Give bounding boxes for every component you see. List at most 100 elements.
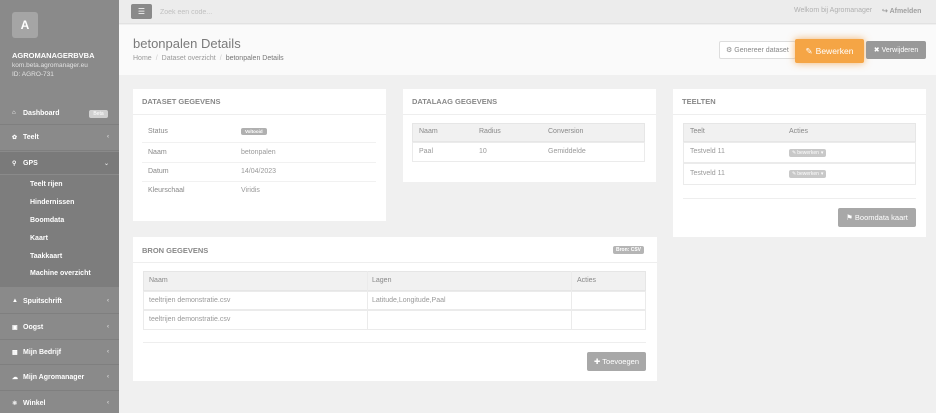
edit-teelt-label: bewerken [797,150,819,156]
nav-winkel-label: Winkel [23,399,46,407]
td-naam: teeltrijen demonstratie.csv [149,297,231,304]
cloud-icon: ☁ [12,374,18,381]
edit-teelt-label: bewerken [797,171,819,177]
cart-icon: ⚛ [12,400,18,407]
nav-gps[interactable]: ⚲ GPS ⌄ [0,152,119,174]
table-row [412,142,645,162]
kleurschaal-label: Kleurschaal [148,187,185,194]
generate-dataset-button[interactable]: ⚙ Genereer dataset [719,41,796,59]
company-host: kom.beta.agromanager.eu [12,62,88,69]
sub-teelt-rijen[interactable]: Teelt rijen [30,181,63,188]
boomdata-kaart-label: Boomdata kaart [854,213,908,222]
welcome-text: Welkom bij Agromanager [794,7,873,14]
row-divider [142,181,376,182]
plus-icon: ✚ [594,357,601,366]
sub-hindernissen[interactable]: Hindernissen [30,199,74,206]
naam-label: Naam [148,149,167,156]
nav-oogst-label: Oogst [23,323,44,331]
sub-kaart[interactable]: Kaart [30,235,48,242]
td-teelt: Testveld 11 [690,170,725,177]
beta-badge: Beta [89,110,108,118]
breadcrumb-home[interactable]: Home [133,55,152,62]
boomdata-kaart-button[interactable]: ⚑ Boomdata kaart [838,208,916,227]
td-teelt: Testveld 11 [690,148,725,155]
nav-divider [0,390,119,391]
edit-teelt-button[interactable]: ✎ bewerken ▾ [789,170,827,178]
nav-divider [0,124,119,125]
chevron-down-icon: ⌄ [103,160,109,167]
panel-divider [673,114,926,115]
menu-toggle-button[interactable]: ☰ [131,4,152,19]
nav-teelt[interactable]: ✿ Teelt ‹ [0,126,119,148]
sub-machine-overzicht[interactable]: Machine overzicht [30,270,91,277]
row-divider [142,162,376,163]
chevron-left-icon: ‹ [107,298,109,304]
map-marker-icon: ⚲ [12,160,17,167]
pencil-icon: ✎ [792,171,797,177]
nav-winkel[interactable]: ⚛ Winkel ‹ [0,392,119,413]
sub-boomdata[interactable]: Boomdata [30,217,64,224]
nav-dashboard-label: Dashboard [23,109,60,117]
panel-divider [143,342,646,343]
logout-icon: ↪ [882,8,888,15]
nav-mijn-bedrijf[interactable]: ▩ Mijn Bedrijf ‹ [0,341,119,363]
company-logo: A [12,12,38,38]
basket-icon: ▣ [12,324,18,331]
nav-mijn-bedrijf-label: Mijn Bedrijf [23,348,62,356]
breadcrumb-dataset-overzicht[interactable]: Dataset overzicht [162,55,216,62]
delete-button[interactable]: ✖ Verwijderen [866,41,926,59]
chevron-left-icon: ‹ [107,400,109,406]
page-title: betonpalen Details [133,36,241,51]
teelten-panel-title: TEELTEN [682,97,716,106]
nav-divider [0,364,119,365]
edit-teelt-button[interactable]: ✎ bewerken ▾ [789,149,827,157]
panel-divider [403,114,656,115]
td-naam: Paal [419,148,434,155]
datalaag-panel-title: DATALAAG GEGEVENS [412,97,498,106]
panel-divider [133,262,657,263]
leaf-icon: ✿ [12,134,18,141]
status-badge: Voltooid [241,128,267,135]
datum-value: 14/04/2023 [241,168,277,175]
gps-submenu: Teelt rijen Hindernissen Boomdata Kaart … [0,175,119,287]
caret-down-icon: ▾ [820,171,824,177]
breadcrumb: Home / Dataset overzicht / betonpalen Detail… [133,55,284,62]
search-input[interactable] [160,6,360,18]
source-badge: Bron: CSV [613,246,644,254]
pencil-icon: ✎ [792,150,797,156]
nav-divider [0,339,119,340]
add-button[interactable]: ✚ Toevoegen [587,352,646,371]
th-lagen: Lagen [372,277,392,284]
panel-divider [683,198,916,199]
naam-value: betonpalen [241,149,276,156]
edit-button[interactable]: ✎ Bewerken [795,39,864,63]
nav-mijn-agromanager[interactable]: ☁ Mijn Agromanager ‹ [0,366,119,388]
close-icon: ✖ [873,47,880,54]
datalaag-table-header [412,123,645,142]
td-radius: 10 [479,148,487,155]
bron-panel-title: BRON GEGEVENS [142,246,209,255]
sub-taakkaart[interactable]: Taakkaart [30,253,62,260]
delete-label: Verwijderen [881,46,919,54]
chevron-left-icon: ‹ [107,374,109,380]
th-naam: Naam [149,277,168,284]
th-radius: Radius [479,128,501,135]
gears-icon: ⚙ [726,47,733,54]
nav-spuitschrift-label: Spuitschrift [23,297,62,305]
logout-label: Afmelden [889,8,922,15]
nav-oogst[interactable]: ▣ Oogst ‹ [0,316,119,338]
nav-mijn-agromanager-label: Mijn Agromanager [23,373,85,381]
company-id: ID: AGRO-731 [12,71,54,78]
nav-spuitschrift[interactable]: ▲ Spuitschrift ‹ [0,290,119,312]
th-acties: Acties [789,128,809,135]
th-acties: Acties [577,277,597,284]
dataset-panel-title: DATASET GEGEVENS [142,97,221,106]
nav-divider [0,150,119,151]
td-lagen: Latitude,Longitude,Paal [372,297,446,304]
sidebar: A AGROMANAGERBVBA kom.beta.agromanager.e… [0,0,119,413]
spray-icon: ▲ [12,298,18,304]
datum-label: Datum [148,168,169,175]
generate-dataset-label: Genereer dataset [734,46,789,54]
logout-link[interactable]: ↪ Afmelden [882,7,921,15]
panel-divider [133,114,386,115]
